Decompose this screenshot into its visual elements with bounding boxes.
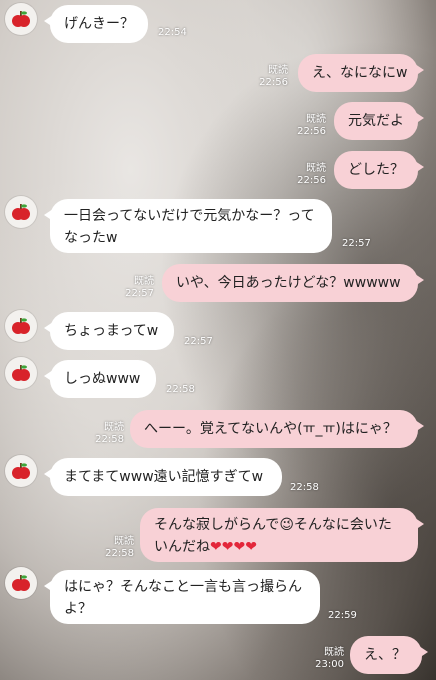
message-text: ちょっまってw <box>64 323 159 339</box>
read-receipt: 既読 22:57 <box>125 276 154 299</box>
read-receipt: 既読 22:58 <box>95 422 124 445</box>
incoming-message[interactable]: はにゃ？そんなこと一言も言っ撮らん よ？ <box>44 570 320 624</box>
timestamp: 22:57 <box>184 336 213 347</box>
incoming-message[interactable]: しっぬwww <box>44 360 156 398</box>
message-text: そんな寂しがらんで😉そんなに会いた <box>154 517 392 533</box>
message-text: 元気だよ <box>348 113 404 129</box>
apple-icon <box>12 204 30 220</box>
message-text: まてまてwww遠い記憶すぎてw <box>64 469 264 485</box>
read-receipt: 既読 23:00 <box>315 647 344 670</box>
chat-message-list[interactable]: げんきー？ 22:54 既読 22:56 え、なになにw 既読 22:56 元気だよ… <box>0 0 436 680</box>
outgoing-message[interactable]: え、なになにw <box>298 54 424 92</box>
avatar[interactable] <box>5 357 37 389</box>
incoming-message[interactable]: げんきー？ <box>44 5 148 43</box>
read-receipt: 既読 22:56 <box>297 114 326 137</box>
avatar[interactable] <box>5 310 37 342</box>
heart-emoji: ❤❤❤❤ <box>210 539 257 555</box>
apple-icon <box>12 463 30 479</box>
outgoing-message[interactable]: 元気だよ <box>334 102 424 140</box>
read-receipt: 既読 22:58 <box>105 536 134 559</box>
message-text: どした？ <box>348 162 404 178</box>
message-text: へーー。覚えてないんや(ㅠ_ㅠ)はにゃ？ <box>144 421 397 437</box>
message-text: え、？ <box>364 647 406 663</box>
outgoing-message[interactable]: どした？ <box>334 151 424 189</box>
message-text: よ？ <box>64 601 92 617</box>
wink-emoji: 😉 <box>279 517 294 533</box>
incoming-message[interactable]: まてまてwww遠い記憶すぎてw <box>44 458 282 496</box>
incoming-message[interactable]: 一日会ってないだけで元気かなー？って なったw <box>44 199 332 253</box>
timestamp: 22:59 <box>328 610 357 621</box>
message-text: え、なになにw <box>312 65 408 81</box>
message-text: げんきー？ <box>64 16 134 32</box>
timestamp: 22:54 <box>158 27 187 38</box>
read-receipt: 既読 22:56 <box>259 65 288 88</box>
timestamp: 22:58 <box>290 482 319 493</box>
avatar[interactable] <box>5 567 37 599</box>
apple-icon <box>12 11 30 27</box>
incoming-message[interactable]: ちょっまってw <box>44 312 174 350</box>
avatar[interactable] <box>5 196 37 228</box>
avatar[interactable] <box>5 455 37 487</box>
timestamp: 22:57 <box>342 238 371 249</box>
message-text: しっぬwww <box>64 371 141 387</box>
message-text: はにゃ？そんなこと一言も言っ撮らん <box>64 579 302 595</box>
outgoing-message[interactable]: いや、今日あったけどな？wwwww <box>162 264 424 302</box>
message-text: なったw <box>64 230 118 246</box>
outgoing-message[interactable]: へーー。覚えてないんや(ㅠ_ㅠ)はにゃ？ <box>130 410 424 448</box>
apple-icon <box>12 575 30 591</box>
timestamp: 22:58 <box>166 384 195 395</box>
message-text: いや、今日あったけどな？wwwww <box>176 275 401 291</box>
apple-icon <box>12 365 30 381</box>
avatar[interactable] <box>5 3 37 35</box>
message-text: いんだね❤❤❤❤ <box>154 539 257 555</box>
apple-icon <box>12 318 30 334</box>
outgoing-message[interactable]: そんな寂しがらんで😉そんなに会いた いんだね❤❤❤❤ <box>140 508 424 562</box>
outgoing-message[interactable]: え、？ <box>350 636 428 674</box>
read-receipt: 既読 22:56 <box>297 163 326 186</box>
message-text: 一日会ってないだけで元気かなー？って <box>64 208 315 224</box>
